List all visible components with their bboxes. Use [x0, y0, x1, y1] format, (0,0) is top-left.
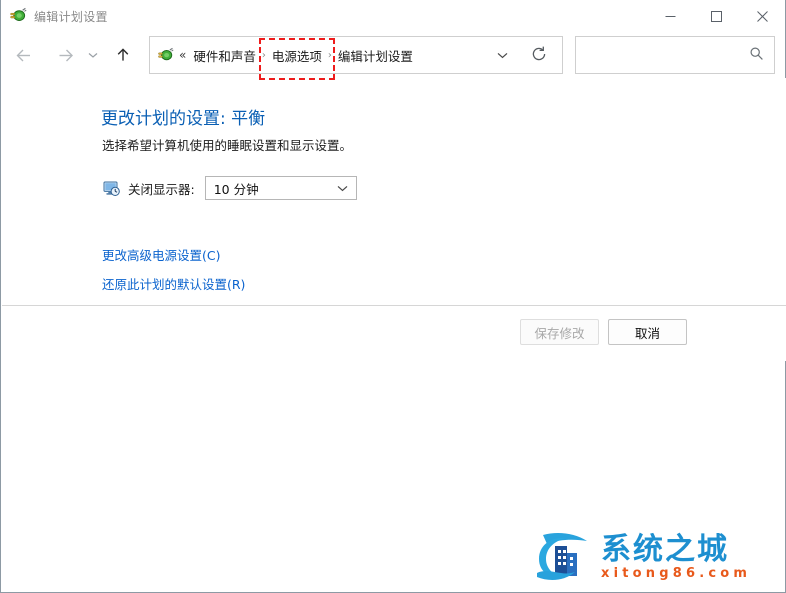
up-button[interactable]: [109, 41, 137, 69]
breadcrumb-item-power-options[interactable]: 电源选项: [270, 43, 324, 68]
recent-locations-button[interactable]: [85, 41, 101, 69]
watermark-title: 系统之城: [601, 531, 729, 567]
command-row: 保存修改 取消: [2, 306, 786, 361]
page-title: 更改计划的设置: 平衡: [101, 109, 266, 129]
watermark-subtitle: xitong86.com: [601, 566, 752, 582]
search-box[interactable]: [575, 36, 775, 74]
maximize-button[interactable]: [693, 0, 739, 32]
breadcrumb-item-hardware-and-sound[interactable]: 硬件和声音: [191, 43, 258, 68]
change-advanced-power-settings-link[interactable]: 更改高级电源设置(C): [102, 245, 220, 264]
back-button[interactable]: [9, 41, 37, 69]
forward-button[interactable]: [51, 41, 79, 69]
power-plug-icon: [157, 47, 174, 64]
close-button[interactable]: [739, 0, 785, 32]
restore-plan-defaults-link[interactable]: 还原此计划的默认设置(R): [102, 274, 245, 293]
search-input[interactable]: [576, 37, 746, 73]
site-watermark: 系统之城 xitong86.com: [535, 527, 779, 587]
content-pane: 更改计划的设置: 平衡 选择希望计算机使用的睡眠设置和显示设置。 关闭显示器: …: [2, 78, 786, 305]
display-timeout-setting-row: 关闭显示器: 10 分钟: [103, 176, 357, 200]
breadcrumb-separator[interactable]: ›: [258, 50, 270, 61]
breadcrumb-separator[interactable]: ›: [324, 50, 336, 61]
refresh-icon[interactable]: [530, 45, 550, 65]
window-title: 编辑计划设置: [34, 9, 108, 24]
building-wave-logo-icon: [535, 529, 597, 585]
power-plug-icon: [9, 7, 27, 25]
watermark-text: 系统之城 xitong86.com: [601, 534, 751, 581]
chevron-down-icon[interactable]: [497, 48, 508, 62]
breadcrumb-overflow-icon[interactable]: «: [179, 49, 186, 61]
chevron-down-icon[interactable]: [337, 181, 348, 195]
title-bar: 编辑计划设置: [1, 0, 785, 32]
breadcrumb-item-edit-plan-settings[interactable]: 编辑计划设置: [336, 43, 415, 68]
navigation-bar: « 硬件和声音 › 电源选项 › 编辑计划设置: [1, 32, 785, 78]
address-bar[interactable]: « 硬件和声音 › 电源选项 › 编辑计划设置: [149, 36, 563, 74]
display-timeout-value: 10 分钟: [213, 181, 259, 197]
save-changes-button[interactable]: 保存修改: [520, 319, 599, 345]
control-panel-window: 编辑计划设置 « 硬件和声音 › 电源选项 › 编辑计划设置 更改计划的设置: …: [0, 0, 786, 593]
display-timeout-label: 关闭显示器:: [128, 181, 195, 197]
monitor-clock-icon: [103, 180, 120, 197]
page-subtitle: 选择希望计算机使用的睡眠设置和显示设置。: [102, 138, 353, 153]
search-icon[interactable]: [749, 46, 764, 64]
cancel-button[interactable]: 取消: [608, 319, 687, 345]
display-timeout-combobox[interactable]: 10 分钟: [204, 176, 357, 200]
minimize-button[interactable]: [647, 0, 693, 32]
window-controls: [647, 0, 785, 32]
